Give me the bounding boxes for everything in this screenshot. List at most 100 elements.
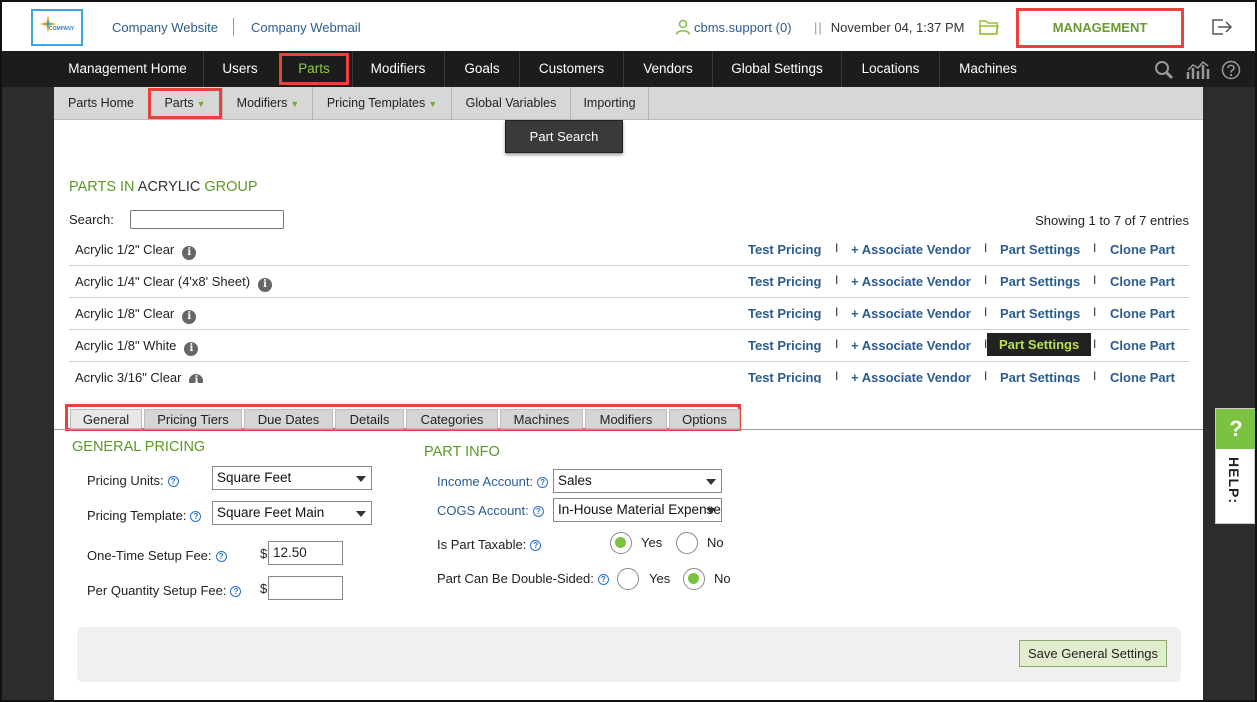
associate-vendor-link[interactable]: + Associate Vendor xyxy=(851,338,971,353)
info-icon[interactable]: i xyxy=(182,310,197,324)
nav-machines[interactable]: Machines xyxy=(940,51,1036,87)
tab-machines[interactable]: Machines xyxy=(500,409,583,429)
action-separator: I xyxy=(984,369,988,383)
nav-goals[interactable]: Goals xyxy=(445,51,519,87)
associate-vendor-link[interactable]: + Associate Vendor xyxy=(851,242,971,257)
associate-vendor-link[interactable]: + Associate Vendor xyxy=(851,306,971,321)
logout-icon[interactable] xyxy=(1211,17,1233,37)
double-sided-no-label: No xyxy=(714,571,731,586)
tab-options[interactable]: Options xyxy=(669,409,740,429)
entries-count: Showing 1 to 7 of 7 entries xyxy=(1035,213,1189,228)
taxable-no-radio[interactable] xyxy=(676,532,698,554)
tab-due-dates[interactable]: Due Dates xyxy=(244,409,333,429)
tab-pricing-tiers[interactable]: Pricing Tiers xyxy=(144,409,242,429)
pricing-template-label-text: Pricing Template: xyxy=(87,508,187,523)
test-pricing-link[interactable]: Test Pricing xyxy=(748,242,821,257)
part-name-text: Acrylic 1/4" Clear (4'x8' Sheet) xyxy=(75,274,251,289)
folder-icon[interactable] xyxy=(979,18,999,36)
subnav-parts[interactable]: Parts ▼ xyxy=(148,88,222,119)
double-sided-no-radio[interactable] xyxy=(683,568,705,590)
info-icon[interactable]: i xyxy=(258,278,273,292)
subnav-modifiers[interactable]: Modifiers ▼ xyxy=(223,87,313,120)
clone-part-link[interactable]: Clone Part xyxy=(1110,370,1175,383)
nav-modifiers[interactable]: Modifiers xyxy=(353,51,443,87)
income-account-select[interactable]: Sales xyxy=(553,469,722,493)
help-question-icon[interactable]: ? xyxy=(537,477,549,488)
save-general-settings-button[interactable]: Save General Settings xyxy=(1019,640,1167,667)
part-settings-link[interactable]: Part Settings xyxy=(1000,274,1080,289)
search-icon[interactable] xyxy=(1154,60,1174,80)
search-input[interactable] xyxy=(130,210,284,229)
tab-details[interactable]: Details xyxy=(335,409,404,429)
pricing-template-select[interactable]: Square Feet Main xyxy=(212,501,372,525)
double-sided-yes-label: Yes xyxy=(649,571,671,586)
tab-general[interactable]: General xyxy=(70,409,142,429)
subnav-parts-home[interactable]: Parts Home xyxy=(54,87,148,120)
clone-part-link[interactable]: Clone Part xyxy=(1110,338,1175,353)
page-title: PARTS IN ACRYLIC GROUP xyxy=(69,179,258,195)
one-time-setup-input[interactable]: 12.50 xyxy=(268,541,343,565)
nav-users[interactable]: Users xyxy=(204,51,276,87)
table-row: Acrylic 1/2" Clear i Test Pricing I + Associ… xyxy=(69,234,1189,266)
subnav-global-variables[interactable]: Global Variables xyxy=(452,87,570,120)
clone-part-link[interactable]: Clone Part xyxy=(1110,242,1175,257)
nav-management-home[interactable]: Management Home xyxy=(54,51,201,87)
nav-parts[interactable]: Parts xyxy=(279,53,349,85)
subnav-pricing-templates[interactable]: Pricing Templates ▼ xyxy=(313,87,451,120)
save-bar: Save General Settings xyxy=(77,627,1181,682)
nav-locations[interactable]: Locations xyxy=(842,51,939,87)
tab-modifiers[interactable]: Modifiers xyxy=(585,409,667,429)
associate-vendor-link[interactable]: + Associate Vendor xyxy=(851,370,971,383)
help-tab[interactable]: ? HELP: xyxy=(1215,408,1255,524)
info-icon[interactable]: i xyxy=(182,246,197,260)
taxable-label-text: Is Part Taxable: xyxy=(437,537,527,552)
associate-vendor-link[interactable]: + Associate Vendor xyxy=(851,274,971,289)
action-separator: I xyxy=(835,241,839,255)
double-sided-yes-radio[interactable] xyxy=(617,568,639,590)
test-pricing-link[interactable]: Test Pricing xyxy=(748,370,821,383)
date-separator: || xyxy=(814,20,823,35)
part-settings-link[interactable]: Part Settings xyxy=(1000,306,1080,321)
test-pricing-link[interactable]: Test Pricing xyxy=(748,338,821,353)
per-qty-setup-input[interactable] xyxy=(268,576,343,600)
company-webmail-link[interactable]: Company Webmail xyxy=(251,20,361,35)
part-settings-link[interactable]: Part Settings xyxy=(987,333,1092,356)
subnav-importing[interactable]: Importing xyxy=(571,87,648,120)
sub-nav: Parts Home Parts ▼ Modifiers ▼ Pricing Tem… xyxy=(54,87,1203,120)
part-name: Acrylic 1/2" Clear i xyxy=(75,242,197,260)
help-question-icon[interactable]: ? xyxy=(597,574,609,585)
help-question-icon[interactable]: ? xyxy=(167,476,179,487)
company-website-link[interactable]: Company Website xyxy=(112,20,218,35)
reports-chart-icon[interactable] xyxy=(1186,60,1210,80)
info-icon[interactable]: i xyxy=(189,374,204,383)
help-question-icon[interactable]: ? xyxy=(190,511,202,522)
part-settings-link[interactable]: Part Settings xyxy=(1000,370,1080,383)
chevron-down-icon: ▼ xyxy=(428,99,438,109)
taxable-yes-radio[interactable] xyxy=(610,532,632,554)
user-link[interactable]: cbms.support (0) xyxy=(675,19,792,35)
pricing-units-select[interactable]: Square Feet xyxy=(212,466,372,490)
info-icon[interactable]: i xyxy=(184,342,199,356)
help-question-icon[interactable]: ? xyxy=(532,506,544,517)
help-circle-icon[interactable] xyxy=(1221,60,1241,80)
nav-customers[interactable]: Customers xyxy=(520,51,623,87)
cogs-account-select[interactable]: In-House Material Expense xyxy=(553,498,722,522)
nav-global-settings[interactable]: Global Settings xyxy=(713,51,841,87)
test-pricing-link[interactable]: Test Pricing xyxy=(748,274,821,289)
part-name: Acrylic 1/8" Clear i xyxy=(75,306,197,324)
help-question-icon[interactable]: ? xyxy=(530,540,542,551)
nav-vendors[interactable]: Vendors xyxy=(624,51,712,87)
action-separator: I xyxy=(1093,305,1097,319)
help-question-icon[interactable]: ? xyxy=(230,586,242,597)
part-search-menu-item[interactable]: Part Search xyxy=(505,120,623,153)
help-question-icon[interactable]: ? xyxy=(215,551,227,562)
clone-part-link[interactable]: Clone Part xyxy=(1110,306,1175,321)
help-label: HELP: xyxy=(1226,457,1242,504)
company-logo[interactable]: COMPANY xyxy=(31,9,83,46)
tab-categories[interactable]: Categories xyxy=(406,409,498,429)
management-button[interactable]: MANAGEMENT xyxy=(1016,8,1184,48)
test-pricing-link[interactable]: Test Pricing xyxy=(748,306,821,321)
clone-part-link[interactable]: Clone Part xyxy=(1110,274,1175,289)
currency-symbol: $ xyxy=(260,546,268,561)
part-settings-link[interactable]: Part Settings xyxy=(1000,242,1080,257)
